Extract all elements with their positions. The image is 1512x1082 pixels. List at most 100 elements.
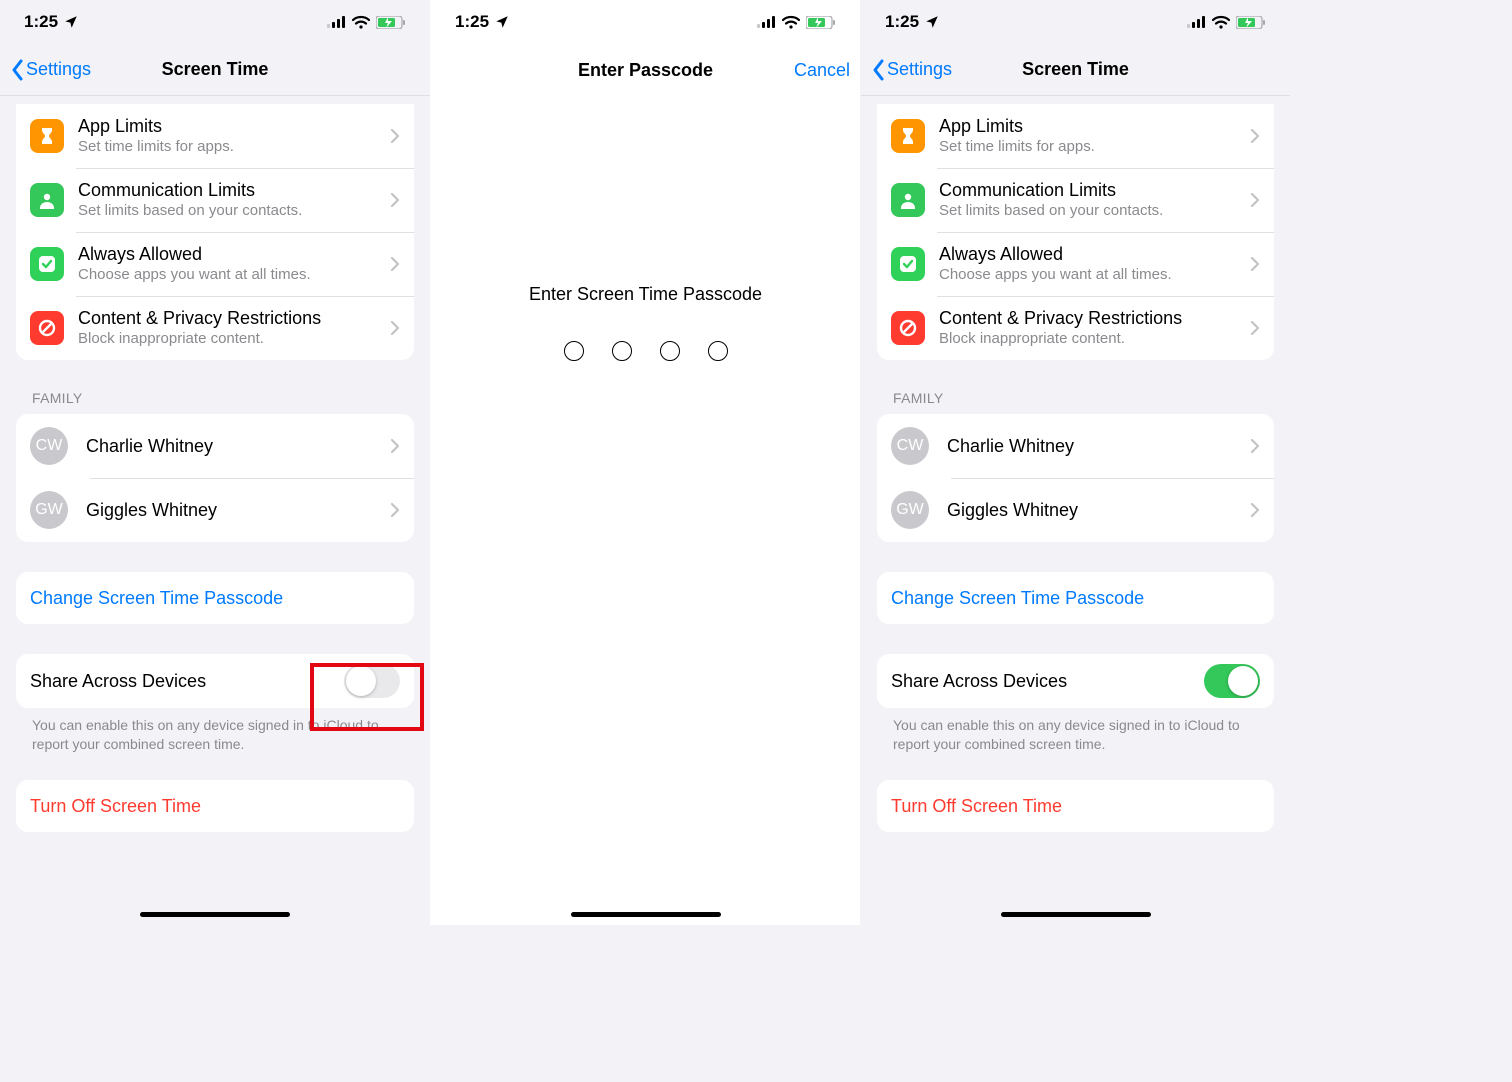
share-across-row[interactable]: Share Across Devices xyxy=(16,654,414,708)
avatar: CW xyxy=(30,427,68,465)
family-member-row[interactable]: CW Charlie Whitney xyxy=(877,414,1274,478)
member-name: Giggles Whitney xyxy=(947,499,1242,522)
chevron-right-icon xyxy=(390,438,400,454)
row-title: Share Across Devices xyxy=(30,670,344,693)
chevron-right-icon xyxy=(1250,256,1260,272)
chevron-right-icon xyxy=(1250,128,1260,144)
passcode-dot xyxy=(612,341,632,361)
change-passcode-group: Change Screen Time Passcode xyxy=(877,572,1274,624)
battery-icon xyxy=(806,16,836,29)
row-app-limits[interactable]: App Limits Set time limits for apps. xyxy=(877,104,1274,168)
no-symbol-icon xyxy=(30,311,64,345)
navbar: Enter Passcode Cancel xyxy=(431,44,860,96)
change-passcode-button[interactable]: Change Screen Time Passcode xyxy=(16,572,414,624)
row-content-privacy[interactable]: Content & Privacy Restrictions Block ina… xyxy=(16,296,414,360)
location-icon xyxy=(495,15,509,29)
battery-icon xyxy=(376,16,406,29)
screen-2: 1:25 Enter Passcode Cancel Enter Screen … xyxy=(430,0,860,925)
statusbar: 1:25 xyxy=(0,0,430,44)
status-time: 1:25 xyxy=(24,12,58,32)
row-title: Change Screen Time Passcode xyxy=(30,587,400,610)
row-title: Communication Limits xyxy=(78,179,382,202)
home-indicator[interactable] xyxy=(571,912,721,917)
passcode-dot xyxy=(708,341,728,361)
share-across-note: You can enable this on any device signed… xyxy=(32,716,398,754)
row-title: Content & Privacy Restrictions xyxy=(78,307,382,330)
share-across-group: Share Across Devices xyxy=(877,654,1274,708)
row-title: Always Allowed xyxy=(939,243,1242,266)
chevron-right-icon xyxy=(1250,192,1260,208)
row-app-limits[interactable]: App Limits Set time limits for apps. xyxy=(16,104,414,168)
home-indicator[interactable] xyxy=(140,912,290,917)
check-badge-icon xyxy=(30,247,64,281)
back-button[interactable]: Settings xyxy=(10,59,91,81)
chevron-right-icon xyxy=(390,128,400,144)
share-across-toggle[interactable] xyxy=(344,664,400,698)
cancel-button[interactable]: Cancel xyxy=(794,60,850,81)
screen-3: 1:25 Settings Screen Time App Limits Se xyxy=(860,0,1290,925)
share-across-toggle[interactable] xyxy=(1204,664,1260,698)
row-always-allowed[interactable]: Always Allowed Choose apps you want at a… xyxy=(877,232,1274,296)
change-passcode-group: Change Screen Time Passcode xyxy=(16,572,414,624)
row-communication-limits[interactable]: Communication Limits Set limits based on… xyxy=(16,168,414,232)
row-title: Content & Privacy Restrictions xyxy=(939,307,1242,330)
turn-off-group: Turn Off Screen Time xyxy=(16,780,414,832)
row-title: App Limits xyxy=(939,115,1242,138)
cellular-icon xyxy=(327,16,346,28)
no-symbol-icon xyxy=(891,311,925,345)
share-across-row[interactable]: Share Across Devices xyxy=(877,654,1274,708)
avatar: GW xyxy=(30,491,68,529)
row-title: Change Screen Time Passcode xyxy=(891,587,1260,610)
share-across-group: Share Across Devices xyxy=(16,654,414,708)
family-header: Family xyxy=(893,390,1258,406)
hourglass-icon xyxy=(30,119,64,153)
family-member-row[interactable]: GW Giggles Whitney xyxy=(877,478,1274,542)
person-icon xyxy=(891,183,925,217)
avatar: GW xyxy=(891,491,929,529)
navbar: Settings Screen Time xyxy=(861,44,1290,96)
row-communication-limits[interactable]: Communication Limits Set limits based on… xyxy=(877,168,1274,232)
avatar: CW xyxy=(891,427,929,465)
wifi-icon xyxy=(782,15,800,29)
row-subtitle: Set time limits for apps. xyxy=(78,138,382,157)
passcode-dot xyxy=(564,341,584,361)
row-subtitle: Set limits based on your contacts. xyxy=(78,202,382,221)
location-icon xyxy=(64,15,78,29)
wifi-icon xyxy=(1212,15,1230,29)
cellular-icon xyxy=(1187,16,1206,28)
row-always-allowed[interactable]: Always Allowed Choose apps you want at a… xyxy=(16,232,414,296)
turn-off-button[interactable]: Turn Off Screen Time xyxy=(16,780,414,832)
passcode-dot xyxy=(660,341,680,361)
row-title: Communication Limits xyxy=(939,179,1242,202)
row-title: Turn Off Screen Time xyxy=(891,795,1260,818)
passcode-body: Enter Screen Time Passcode xyxy=(431,96,860,361)
statusbar: 1:25 xyxy=(861,0,1290,44)
cellular-icon xyxy=(757,16,776,28)
chevron-left-icon xyxy=(10,59,24,81)
back-label: Settings xyxy=(887,59,952,80)
chevron-right-icon xyxy=(390,502,400,518)
row-subtitle: Choose apps you want at all times. xyxy=(939,266,1242,285)
person-icon xyxy=(30,183,64,217)
back-button[interactable]: Settings xyxy=(871,59,952,81)
row-subtitle: Set limits based on your contacts. xyxy=(939,202,1242,221)
row-title: App Limits xyxy=(78,115,382,138)
member-name: Giggles Whitney xyxy=(86,499,382,522)
chevron-right-icon xyxy=(390,192,400,208)
family-member-row[interactable]: GW Giggles Whitney xyxy=(16,478,414,542)
back-label: Settings xyxy=(26,59,91,80)
statusbar: 1:25 xyxy=(431,0,860,44)
change-passcode-button[interactable]: Change Screen Time Passcode xyxy=(877,572,1274,624)
check-badge-icon xyxy=(891,247,925,281)
limits-group: App Limits Set time limits for apps. Com… xyxy=(877,104,1274,360)
row-content-privacy[interactable]: Content & Privacy Restrictions Block ina… xyxy=(877,296,1274,360)
row-title: Always Allowed xyxy=(78,243,382,266)
chevron-right-icon xyxy=(390,320,400,336)
member-name: Charlie Whitney xyxy=(947,435,1242,458)
turn-off-button[interactable]: Turn Off Screen Time xyxy=(877,780,1274,832)
passcode-dots[interactable] xyxy=(564,341,728,361)
family-header: Family xyxy=(32,390,398,406)
home-indicator[interactable] xyxy=(1001,912,1151,917)
family-member-row[interactable]: CW Charlie Whitney xyxy=(16,414,414,478)
location-icon xyxy=(925,15,939,29)
